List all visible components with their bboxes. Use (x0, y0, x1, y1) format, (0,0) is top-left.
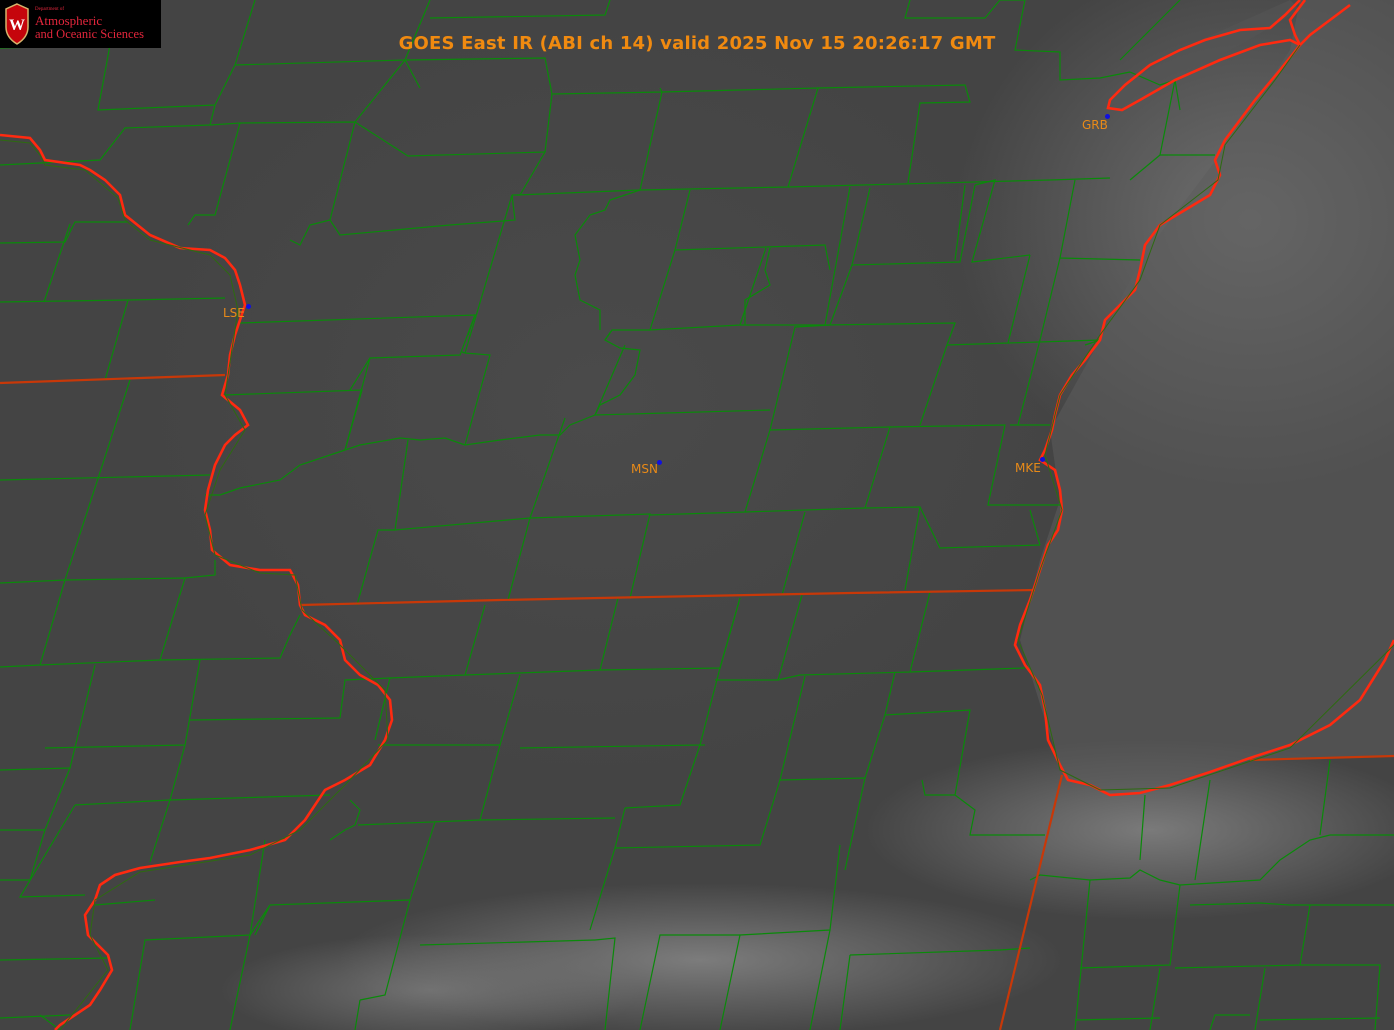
station-label-msn: MSN (631, 462, 658, 476)
crest-letter: W (9, 17, 25, 34)
station-label-grb: GRB (1082, 118, 1108, 132)
image-title: GOES East IR (ABI ch 14) valid 2025 Nov … (398, 33, 996, 54)
lake-michigan (1020, 0, 1394, 795)
station-marker-lse (246, 304, 251, 309)
station-label-lse: LSE (223, 306, 245, 320)
logo-dept-text: Department of (35, 7, 65, 12)
satellite-map: W Department of Atmospheric and Oceanic … (0, 0, 1394, 1030)
boundary-overlay (0, 0, 1394, 1030)
station-label-mke: MKE (1015, 461, 1041, 475)
